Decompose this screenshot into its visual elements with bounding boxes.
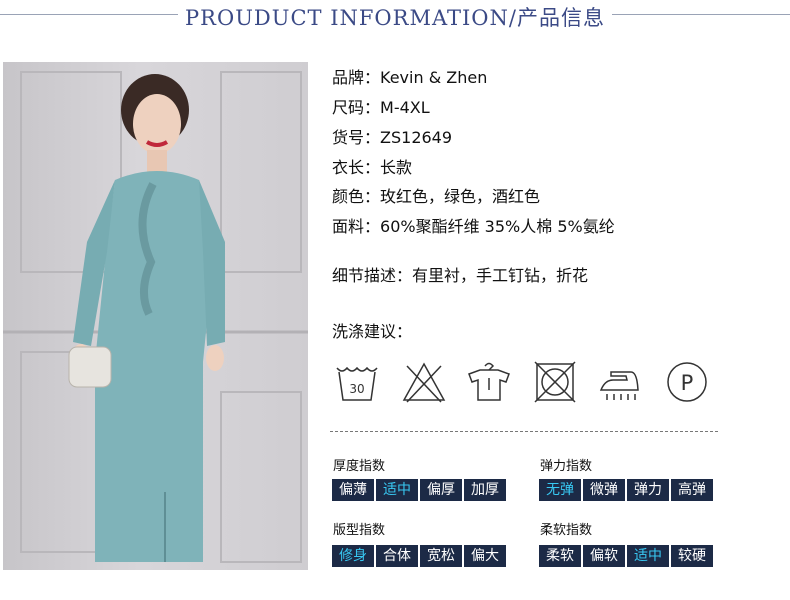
elasticity-index-title: 弹力指数 (540, 459, 593, 474)
spec-label: 尺码： (332, 98, 381, 117)
model-illustration (3, 71, 308, 563)
spec-value: 有里衬，手工钉钻，折花 (412, 266, 589, 285)
softness-index-title: 柔软指数 (540, 523, 593, 538)
index-option-selected: 无弹 (539, 479, 581, 501)
spec-colors: 颜色：玫红色，绿色，酒红色 (332, 183, 540, 207)
spec-value: Kevin & Zhen (380, 68, 488, 87)
fit-index-scale: 修身 合体 宽松 偏大 (332, 545, 506, 567)
dry-clean-letter: P (681, 371, 694, 395)
elasticity-index-scale: 无弹 微弹 弹力 高弹 (539, 479, 713, 501)
index-option: 高弹 (671, 479, 713, 501)
thickness-index-scale: 偏薄 适中 偏厚 加厚 (332, 479, 506, 501)
spec-label: 面料： (332, 217, 381, 236)
spec-brand: 品牌：Kevin & Zhen (332, 64, 487, 88)
index-option: 较硬 (671, 545, 713, 567)
index-option: 宽松 (420, 545, 462, 567)
spec-value: M-4XL (380, 98, 430, 117)
index-option-selected: 适中 (627, 545, 669, 567)
wash-temp: 30 (349, 382, 364, 396)
do-not-tumble-dry-icon (534, 361, 576, 403)
header-line-right (612, 14, 790, 15)
section-divider (330, 431, 718, 432)
thickness-index-title: 厚度指数 (333, 459, 386, 474)
index-option: 偏大 (464, 545, 506, 567)
do-not-bleach-icon (402, 362, 446, 403)
fit-index-title: 版型指数 (333, 523, 386, 538)
spec-length: 衣长：长款 (332, 154, 412, 178)
hang-dry-icon (468, 362, 510, 401)
spec-label: 衣长： (332, 158, 381, 177)
spec-fabric: 面料：60%聚酯纤维 35%人棉 5%氨纶 (332, 213, 615, 237)
index-option: 弹力 (627, 479, 669, 501)
dry-clean-p-icon: P (667, 362, 707, 402)
spec-value: 60%聚酯纤维 35%人棉 5%氨纶 (380, 217, 615, 236)
spec-value: 玫红色，绿色，酒红色 (380, 187, 541, 206)
spec-size: 尺码：M-4XL (332, 94, 430, 118)
page-title: PROUDUCT INFORMATION/产品信息 (185, 6, 605, 30)
index-option-selected: 适中 (376, 479, 418, 501)
spec-label: 品牌： (332, 68, 381, 87)
index-option: 柔软 (539, 545, 581, 567)
index-option: 偏厚 (420, 479, 462, 501)
iron-icon (599, 371, 639, 400)
spec-value: 长款 (380, 158, 413, 177)
washing-label: 洗涤建议： (332, 322, 413, 341)
index-option: 偏薄 (332, 479, 374, 501)
detail-description: 细节描述：有里衬，手工钉钻，折花 (332, 262, 588, 286)
index-option: 加厚 (464, 479, 506, 501)
index-option: 偏软 (583, 545, 625, 567)
spec-value: ZS12649 (380, 128, 453, 147)
spec-label: 细节描述： (332, 266, 413, 285)
softness-index-scale: 柔软 偏软 适中 较硬 (539, 545, 713, 567)
product-photo (3, 62, 308, 570)
spec-label: 颜色： (332, 187, 381, 206)
spec-label: 货号： (332, 128, 381, 147)
wash-30-icon: 30 (336, 366, 378, 401)
index-option-selected: 修身 (332, 545, 374, 567)
index-option: 合体 (376, 545, 418, 567)
index-option: 微弹 (583, 479, 625, 501)
spec-item-no: 货号：ZS12649 (332, 124, 452, 148)
